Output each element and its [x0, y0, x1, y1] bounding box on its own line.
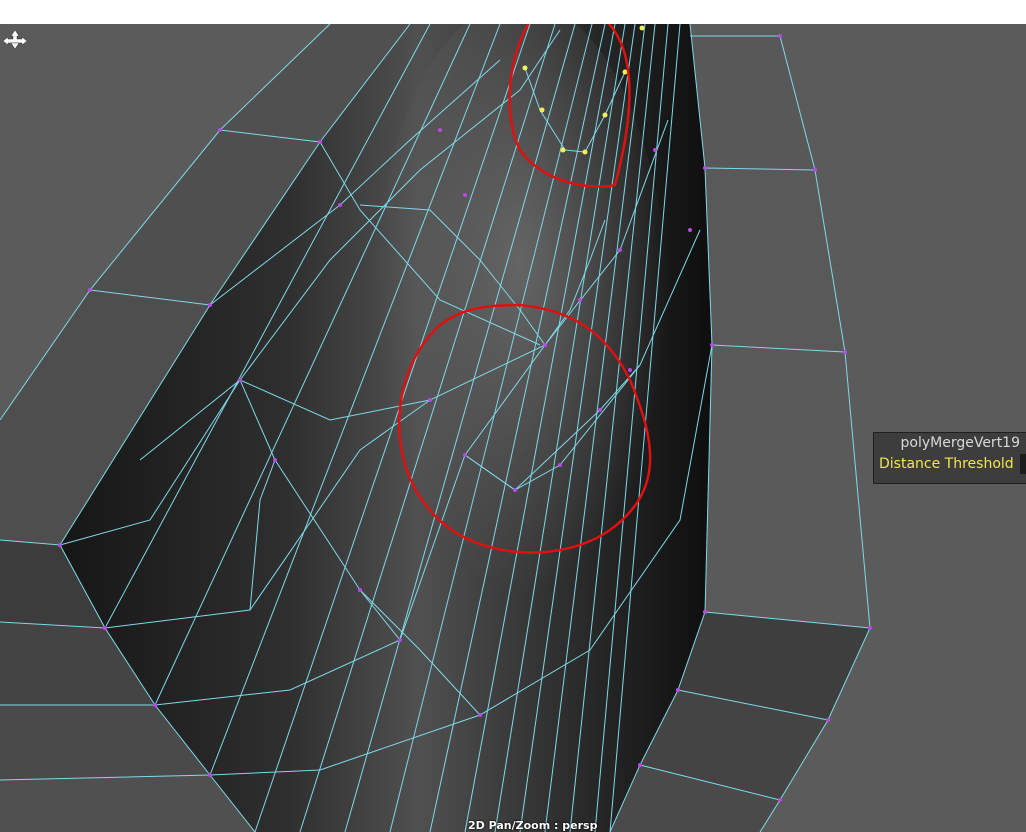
rim-face [705, 345, 870, 628]
move-cursor-icon [2, 29, 28, 50]
hud-node-name: polyMergeVert19 [900, 435, 1021, 451]
top-bar [0, 0, 1026, 24]
mesh-view [0, 24, 1026, 832]
perspective-viewport[interactable] [0, 24, 1026, 832]
hud-value-field[interactable] [1020, 454, 1026, 474]
hud-panel: polyMergeVert19 Distance Threshold [873, 432, 1026, 484]
hud-attribute-label[interactable]: Distance Threshold [879, 456, 1014, 472]
viewport-status-label: 2D Pan/Zoom : persp [468, 819, 598, 832]
